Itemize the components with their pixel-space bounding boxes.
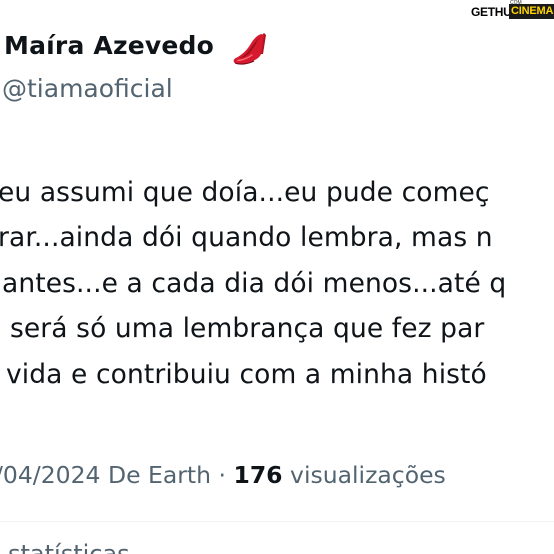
- watermark-left-text: GETHU: [471, 5, 512, 19]
- tweet-text-line: será só uma lembrança que fez par: [10, 313, 485, 344]
- watermark-right-text: CINEMA: [509, 4, 554, 19]
- tweet-screenshot: GETHU COM CINEMA Maíra Azevedo @tiamaofi…: [0, 0, 554, 554]
- tweet-source: De Earth: [107, 461, 212, 489]
- meta-separator: ·: [218, 461, 226, 489]
- tweet-date[interactable]: 5/04/2024: [0, 461, 101, 489]
- author-display-name[interactable]: Maíra Azevedo: [4, 31, 214, 60]
- high-heel-shoe-icon: [233, 33, 266, 65]
- divider: [0, 521, 554, 522]
- views-count: 176: [233, 461, 283, 489]
- author-handle[interactable]: @tiamaoficial: [2, 74, 173, 103]
- watermark-logo: GETHU COM CINEMA: [471, 0, 554, 22]
- tweet-text-line: rar...ainda dói quando lembra, mas n: [0, 222, 493, 253]
- tweet-text-line: vida e contribuiu com a minha histó: [6, 359, 487, 390]
- tweet-meta-row: 5/04/2024 De Earth · 176 visualizações: [0, 461, 446, 489]
- views-label: visualizações: [290, 461, 446, 489]
- tweet-text-line: eu assumi que doía...eu pude começ: [0, 177, 490, 208]
- view-statistics-link[interactable]: statísticas: [8, 540, 130, 554]
- tweet-text-line: antes...e a cada dia dói menos...até q: [2, 268, 507, 299]
